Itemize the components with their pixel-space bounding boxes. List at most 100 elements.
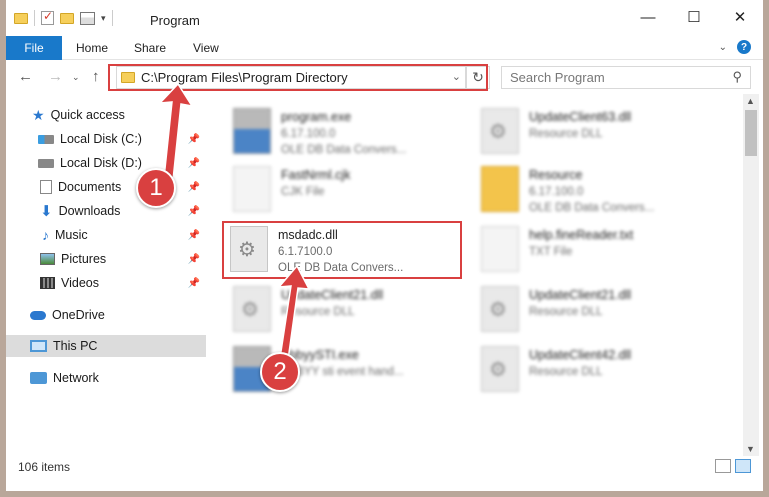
- scroll-thumb[interactable]: [745, 110, 757, 156]
- ribbon-right-controls: ⌄ ?: [719, 40, 751, 54]
- quick-access-toolbar: ▾: [14, 9, 113, 26]
- sidebar-item-music[interactable]: ♪ Music 📌: [6, 224, 206, 246]
- pin-icon[interactable]: 📌: [188, 278, 200, 289]
- disk-drive-icon: [38, 134, 54, 144]
- video-film-icon: [40, 277, 55, 289]
- navigation-pane: ★ Quick access Local Disk (C:) 📌 Local D…: [6, 100, 206, 455]
- customize-view-icon[interactable]: [80, 11, 95, 25]
- sidebar-item-label: Local Disk (D:): [60, 156, 142, 170]
- computer-icon: [30, 340, 47, 352]
- document-icon: [40, 180, 52, 194]
- recent-locations-chevron-icon[interactable]: ⌄: [72, 72, 80, 83]
- properties-check-icon[interactable]: [41, 9, 54, 25]
- pin-icon[interactable]: 📌: [188, 254, 200, 265]
- file-item[interactable]: program.exe 6.17.100.0 OLE DB Data Conve…: [233, 104, 473, 162]
- close-button[interactable]: ✕: [717, 0, 763, 34]
- file-detail: OLE DB Data Convers...: [281, 144, 407, 156]
- tab-view[interactable]: View: [193, 41, 219, 55]
- sidebar-item-videos[interactable]: Videos 📌: [6, 272, 206, 294]
- tab-file[interactable]: File: [6, 36, 62, 60]
- sidebar-item-label: Pictures: [61, 252, 107, 266]
- file-detail: 6.17.100.0: [281, 128, 336, 140]
- sidebar-item-documents[interactable]: Documents 📌: [6, 176, 206, 198]
- file-detail: Resource DLL: [281, 306, 355, 318]
- folder-icon: [14, 12, 28, 24]
- file-item[interactable]: UpdateClient42.dll Resource DLL: [481, 342, 721, 400]
- new-folder-icon[interactable]: [60, 12, 74, 24]
- file-name: UpdateClient21.dll: [529, 288, 632, 302]
- view-toggle: [715, 459, 751, 473]
- file-detail: 6.17.100.0: [529, 186, 584, 198]
- step-badge-2: 2: [260, 352, 300, 392]
- dll-icon: [481, 286, 519, 332]
- expand-ribbon-icon[interactable]: ⌄: [719, 42, 727, 53]
- tab-home[interactable]: Home: [76, 41, 108, 55]
- sidebar-item-onedrive[interactable]: OneDrive: [6, 304, 206, 326]
- pin-icon[interactable]: 📌: [188, 206, 200, 217]
- large-icons-view-icon[interactable]: [735, 459, 751, 473]
- sidebar-item-quick-access[interactable]: ★ Quick access: [6, 104, 206, 126]
- dll-icon: [481, 108, 519, 154]
- sidebar-item-label: Quick access: [50, 108, 125, 122]
- sidebar-item-this-pc[interactable]: This PC: [6, 335, 206, 357]
- download-arrow-icon: ⬇: [40, 203, 53, 220]
- file-item[interactable]: UpdateClient21.dll Resource DLL: [233, 282, 473, 340]
- details-view-icon[interactable]: [715, 459, 731, 473]
- toolbar-divider: [111, 10, 113, 26]
- file-item[interactable]: help.fineReader.txt TXT File: [481, 222, 721, 280]
- file-name: FastNrml.cjk: [281, 168, 351, 182]
- dll-icon: [233, 286, 271, 332]
- file-detail: TXT File: [529, 246, 573, 258]
- up-arrow-icon[interactable]: ↑: [92, 68, 100, 85]
- sidebar-item-label: Music: [55, 228, 88, 242]
- help-icon[interactable]: ?: [737, 40, 751, 54]
- pin-icon[interactable]: 📌: [188, 230, 200, 241]
- network-icon: [30, 372, 47, 384]
- sidebar-item-local-disk-d[interactable]: Local Disk (D:) 📌: [6, 152, 206, 174]
- picture-icon: [40, 253, 55, 265]
- toolbar-divider: [34, 10, 35, 26]
- scroll-down-icon[interactable]: ▼: [746, 444, 755, 454]
- file-item[interactable]: UpdateClient63.dll Resource DLL: [481, 104, 721, 162]
- sidebar-item-label: Downloads: [58, 204, 121, 218]
- file-item[interactable]: UpdateClient21.dll Resource DLL: [481, 282, 721, 340]
- window-controls: — ☐ ✕: [625, 0, 763, 34]
- search-placeholder: Search Program: [510, 70, 605, 85]
- sidebar-item-pictures[interactable]: Pictures 📌: [6, 248, 206, 270]
- sidebar-item-network[interactable]: Network: [6, 367, 206, 389]
- status-bar: 106 items: [6, 456, 763, 478]
- file-item[interactable]: Resource 6.17.100.0 OLE DB Data Convers.…: [481, 162, 721, 220]
- file-highlight-box: [222, 221, 462, 279]
- folder-icon: [481, 166, 519, 212]
- pin-icon[interactable]: 📌: [188, 182, 200, 193]
- sidebar-item-label: Documents: [58, 180, 122, 194]
- ribbon-tabs: File Home Share View ⌄ ?: [6, 36, 763, 60]
- chevron-down-icon[interactable]: ▾: [101, 13, 106, 24]
- vertical-scrollbar[interactable]: ▲ ▼: [743, 94, 759, 456]
- sidebar-item-local-disk-c[interactable]: Local Disk (C:) 📌: [6, 128, 206, 150]
- tab-share[interactable]: Share: [134, 41, 166, 55]
- file-name: help.fineReader.txt: [529, 228, 634, 242]
- file-detail: Resource DLL: [529, 128, 603, 140]
- music-note-icon: ♪: [42, 227, 49, 243]
- step-badge-1: 1: [136, 168, 176, 208]
- sidebar-item-downloads[interactable]: ⬇ Downloads 📌: [6, 200, 206, 222]
- file-item[interactable]: FastNrml.cjk CJK File: [233, 162, 473, 220]
- pin-icon[interactable]: 📌: [188, 158, 200, 169]
- back-arrow-icon[interactable]: ←: [18, 68, 33, 85]
- sidebar-item-label: This PC: [53, 339, 98, 353]
- address-highlight-box: [108, 64, 488, 91]
- file-name: UpdateClient21.dll: [281, 288, 384, 302]
- file-detail: Resource DLL: [529, 306, 603, 318]
- file-detail: CJK File: [281, 186, 325, 198]
- sidebar-item-label: OneDrive: [52, 308, 105, 322]
- window-title: Program: [150, 13, 200, 28]
- forward-arrow-icon[interactable]: →: [48, 68, 63, 85]
- minimize-button[interactable]: —: [625, 0, 671, 34]
- scroll-up-icon[interactable]: ▲: [746, 96, 755, 106]
- maximize-button[interactable]: ☐: [671, 0, 717, 34]
- file-name: UpdateClient63.dll: [529, 110, 632, 124]
- search-input[interactable]: Search Program ⚲: [501, 66, 751, 89]
- file-name: program.exe: [281, 110, 352, 124]
- pin-icon[interactable]: 📌: [188, 134, 200, 145]
